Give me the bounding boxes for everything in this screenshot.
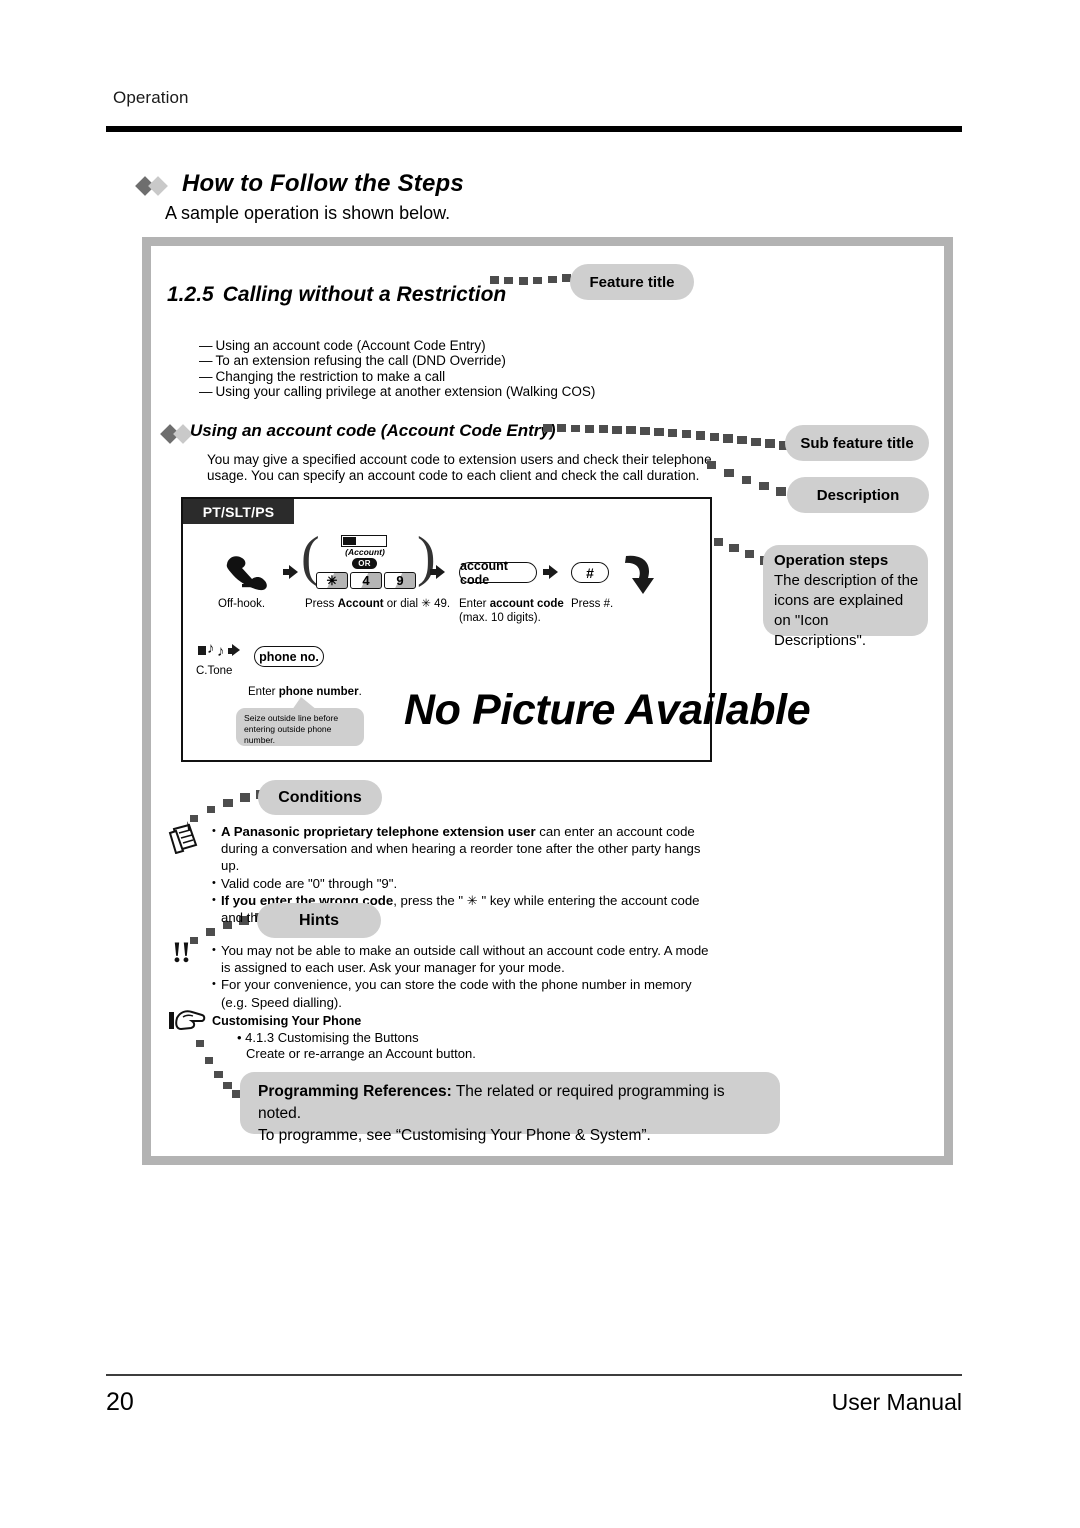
page-title: How to Follow the Steps (182, 170, 464, 197)
customising-title: Customising Your Phone (212, 1014, 362, 1028)
callout-feature-title: Feature title (570, 264, 694, 300)
sub-feature-title: Using an account code (Account Code Entr… (190, 421, 556, 440)
no-picture-overlay: No Picture Available (404, 686, 811, 734)
account-key-caption: (Account) (345, 547, 385, 557)
callout-operation-steps-body: The description of the icons are explain… (774, 572, 919, 649)
callout-conditions: Conditions (258, 780, 382, 815)
header-rule (106, 126, 962, 132)
return-arrow-icon (622, 552, 656, 598)
callout-hints: Hints (257, 903, 381, 938)
feature-title-text: Calling without a Restriction (222, 283, 507, 306)
manual-page: Operation How to Follow the Steps A samp… (0, 0, 1080, 1528)
step-arrow-icon (543, 565, 559, 579)
callout-operation-steps-title: Operation steps (774, 552, 889, 569)
double-exclamation-icon: !! (172, 936, 191, 969)
step-arrow-icon (283, 565, 299, 579)
section-diamond-icon (135, 176, 178, 196)
seize-line-bubble: Seize outside line before entering outsi… (236, 697, 364, 746)
callout-description: Description (787, 477, 929, 513)
account-key-icon (341, 535, 387, 547)
hash-capsule: # (571, 562, 609, 583)
step-arrow-icon (430, 565, 446, 579)
running-head: Operation (113, 88, 189, 107)
callout-sub-feature-title: Sub feature title (785, 425, 929, 461)
feature-number: 1.2.5 (167, 283, 214, 306)
list-item: — Changing the restriction to make a call (199, 368, 446, 384)
step-label-press-account: Press Account or dial ✳ 49. (305, 598, 451, 610)
ctone-label: C.Tone (196, 665, 233, 677)
keycap-asterisk: ✳ (316, 572, 348, 589)
account-code-capsule: account code (459, 559, 537, 587)
callout-operation-steps: Operation steps The description of the i… (763, 545, 928, 649)
pointing-hand-icon (168, 1008, 206, 1034)
phone-type-tab: PT/SLT/PS (183, 499, 294, 524)
list-item: A Panasonic proprietary telephone extens… (212, 823, 712, 875)
notepad-icon (168, 820, 200, 855)
keycap-4: 4 (350, 572, 382, 589)
step-label-offhook: Off-hook. (218, 598, 266, 610)
step-label-press-hash: Press #. (571, 598, 614, 610)
customising-lines: • 4.1.3 Customising the Buttons Create o… (237, 1030, 476, 1061)
hints-body: You may not be able to make an outside c… (212, 942, 712, 1011)
programming-references-box: Programming References: The related or r… (240, 1072, 780, 1144)
section-subtitle: A sample operation is shown below. (165, 203, 451, 223)
manual-label: User Manual (831, 1389, 962, 1415)
list-item: Valid code are "0" through "9". (212, 875, 712, 892)
list-item: — Using an account code (Account Code Ent… (199, 338, 486, 353)
list-item: You may not be able to make an outside c… (212, 942, 712, 976)
or-badge: OR (352, 558, 377, 569)
account-key-group: ( ) (Account) OR ✳ 4 9 (301, 526, 436, 589)
page-number: 20 (106, 1388, 134, 1416)
feature-title: 1.2.5 Calling without a Restriction (167, 283, 506, 307)
step-label-enter-account-code: Enter account code (max. 10 digits). (459, 598, 564, 624)
handset-offhook-icon (222, 552, 276, 592)
programming-references-text2: To programme, see “Customising Your Phon… (258, 1127, 651, 1144)
list-item: For your convenience, you can store the … (212, 976, 712, 1010)
list-item: Create or re-arrange an Account button. (246, 1045, 476, 1061)
list-item: • 4.1.3 Customising the Buttons (237, 1030, 419, 1045)
sub-feature-description: You may give a specified account code to… (207, 452, 712, 483)
list-item: — Using your calling privilege at another… (199, 384, 596, 400)
footer-rule (106, 1374, 962, 1376)
programming-references-label: Programming References: (258, 1083, 452, 1100)
list-item: — To an extension refusing the call (DND … (199, 353, 506, 369)
keycap-9: 9 (384, 572, 416, 589)
feature-bullet-list: — Using an account code (Account Code Ent… (199, 338, 595, 400)
phone-no-capsule: phone no. (254, 646, 324, 667)
confirmation-tone-icon: ♪ ♪ (198, 641, 242, 661)
